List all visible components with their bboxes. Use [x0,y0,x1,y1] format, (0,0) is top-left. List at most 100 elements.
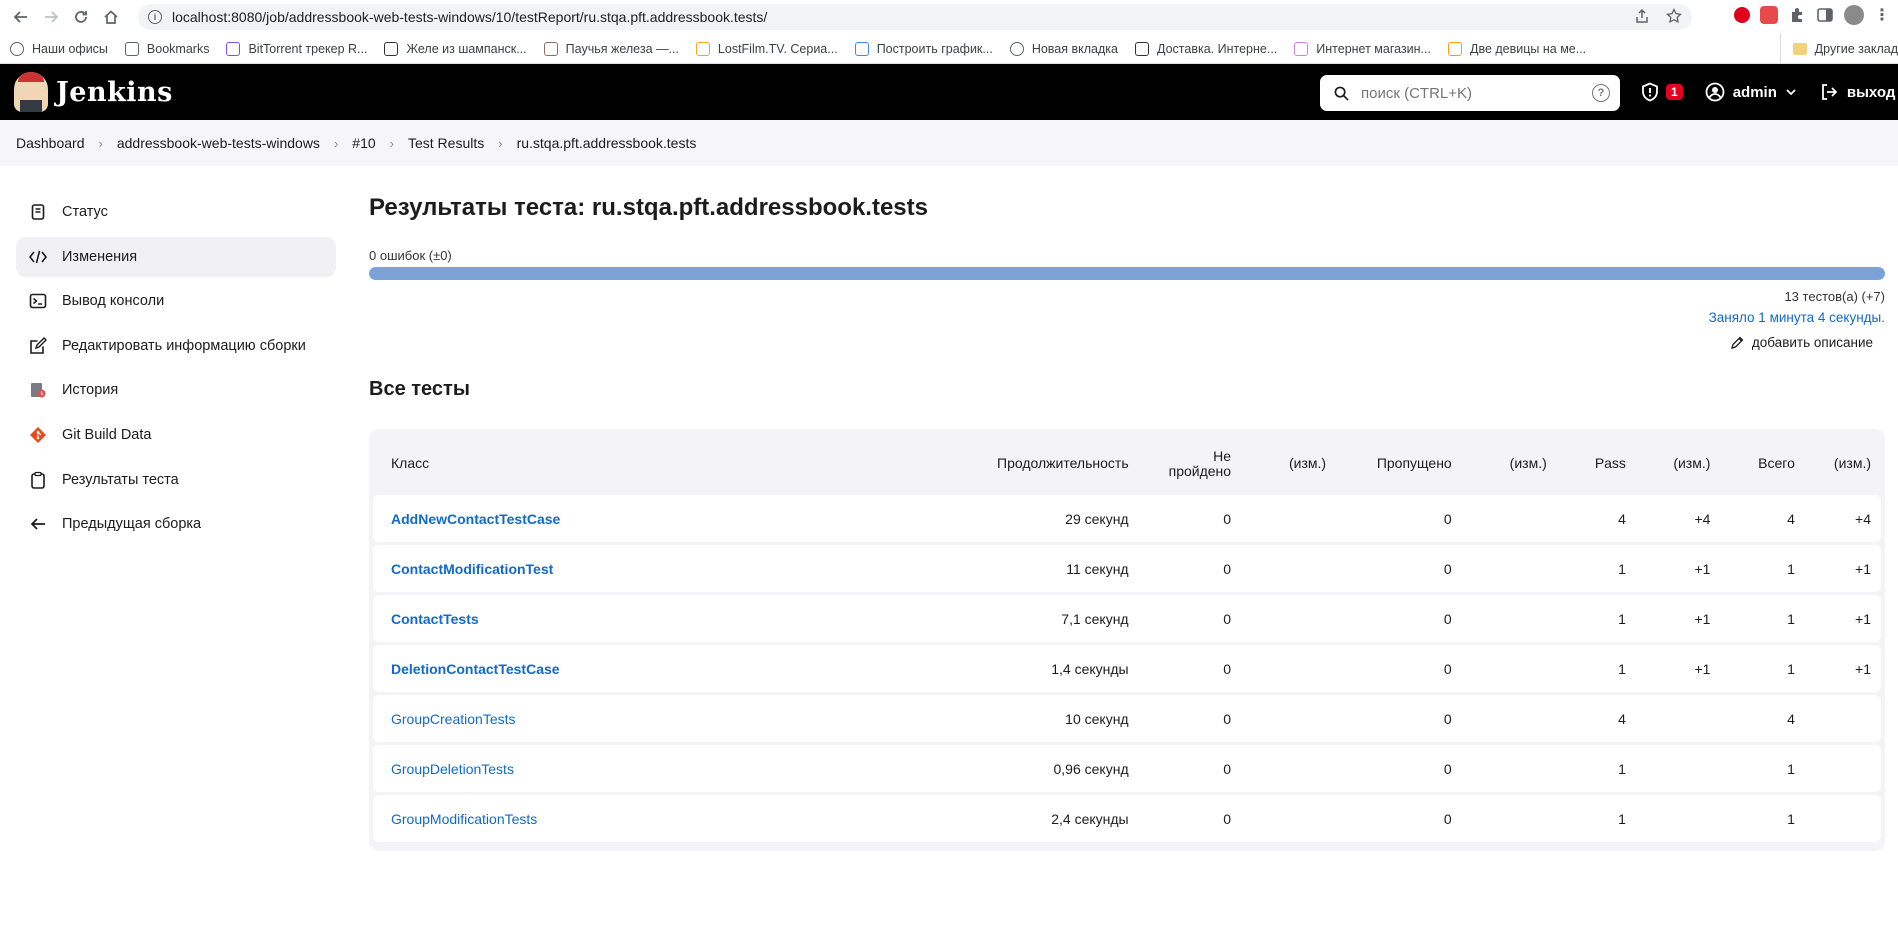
bookmark-label[interactable]: Две девицы на ме... [1470,42,1586,56]
other-bookmarks-label[interactable]: Другие заклад [1815,42,1898,56]
menu-kebab-icon[interactable]: ⋮ [1874,5,1890,25]
puzzle-icon[interactable] [1788,6,1806,24]
breadcrumb-item[interactable]: #10 [352,135,375,151]
bookmark-item[interactable]: Две девицы на ме... [1447,41,1586,56]
bookmark-item[interactable]: Bookmarks [124,41,210,56]
sidebar-item[interactable]: Статус [16,192,336,232]
sidebar-item[interactable]: Предыдущая сборка [16,504,336,544]
col-duration-header[interactable]: Продолжительность [922,436,1138,492]
breadcrumb-item[interactable]: ru.stqa.pft.addressbook.tests [517,135,697,151]
user-menu[interactable]: admin [1705,82,1797,102]
security-monitor-button[interactable]: 1 [1640,82,1683,102]
sidebar-item[interactable]: Редактировать информацию сборки [16,326,336,366]
total-diff-cell [1804,795,1881,842]
sidebar-item-label[interactable]: Git Build Data [62,427,151,443]
pass-diff-cell [1635,745,1721,792]
sidebar-item-label[interactable]: Предыдущая сборка [62,516,201,532]
sidebar-item-label[interactable]: Вывод консоли [62,293,164,309]
share-icon[interactable] [1634,8,1650,24]
bookmark-label[interactable]: Наши офисы [32,42,108,56]
extension-red-icon[interactable] [1760,6,1778,24]
col-failed-header[interactable]: Не пройдено [1139,436,1241,492]
logout-button[interactable]: выход [1819,82,1896,102]
logout-label[interactable]: выход [1847,84,1896,101]
chevron-down-icon [1786,89,1796,96]
sidebar-item[interactable]: История [16,370,336,410]
sidepanel-icon[interactable] [1816,6,1834,24]
col-pass-diff-header[interactable]: (изм.) [1636,436,1720,492]
back-button[interactable] [8,4,34,30]
bookmark-label[interactable]: Новая вкладка [1032,42,1118,56]
class-link[interactable]: ContactTests [391,611,479,627]
sidebar-item-label[interactable]: Редактировать информацию сборки [62,338,306,354]
skipped-cell: 0 [1336,495,1462,542]
reload-button[interactable] [68,4,94,30]
col-skipped-diff-header[interactable]: (изм.) [1462,436,1557,492]
bookmark-item[interactable]: Желе из шампанск... [384,41,527,56]
bookmark-item[interactable]: LostFilm.TV. Сериа... [695,41,838,56]
breadcrumb-item[interactable]: Test Results [408,135,484,151]
col-failed-diff-header[interactable]: (изм.) [1241,436,1336,492]
bookmark-item[interactable]: Интернет магазин... [1294,41,1431,56]
bookmark-label[interactable]: Желе из шампанск... [406,42,526,56]
home-button[interactable] [98,4,124,30]
sidebar-item[interactable]: Изменения [16,236,336,277]
bookmark-label[interactable]: Паучья железа —... [566,42,679,56]
class-link[interactable]: GroupDeletionTests [391,761,514,777]
info-icon[interactable]: i [148,10,162,24]
other-bookmarks[interactable]: Другие заклад [1779,34,1898,64]
help-icon[interactable]: ? [1592,84,1610,102]
bookmark-star-icon[interactable] [1666,8,1682,24]
bookmark-item[interactable]: BitTorrent трекер R... [226,41,367,56]
col-pass-header[interactable]: Pass [1557,436,1636,492]
add-description-button[interactable]: добавить описание [369,335,1885,350]
sidebar-item-label[interactable]: Изменения [62,249,137,265]
breadcrumb-item[interactable]: Dashboard [16,135,85,151]
profile-avatar-icon[interactable] [1844,5,1864,25]
edit-icon [28,336,48,356]
bookmark-item[interactable]: Наши офисы [10,41,108,56]
sidebar-item[interactable]: Git Build Data [16,415,336,455]
address-bar[interactable]: i localhost:8080/job/addressbook-web-tes… [138,4,1692,30]
image-icon [543,41,558,56]
search-box[interactable]: ? [1320,75,1620,111]
pass-cell: 1 [1556,745,1636,792]
forward-button[interactable] [38,4,64,30]
breadcrumb-item[interactable]: addressbook-web-tests-windows [117,135,320,151]
class-link[interactable]: GroupCreationTests [391,711,516,727]
failed-diff-cell [1241,495,1337,542]
bookmark-item[interactable]: Построить график... [854,41,993,56]
class-link[interactable]: DeletionContactTestCase [391,661,560,677]
bookmark-item[interactable]: Доставка. Интерне... [1135,41,1277,56]
bookmark-label[interactable]: Построить график... [877,42,993,56]
bookmark-label[interactable]: Bookmarks [147,42,210,56]
sidebar-item[interactable]: Вывод консоли [16,281,336,321]
url-text[interactable]: localhost:8080/job/addressbook-web-tests… [172,9,767,25]
bookmark-item[interactable]: Паучья железа —... [543,41,679,56]
bookmark-item[interactable]: Новая вкладка [1009,41,1118,56]
bookmark-label[interactable]: LostFilm.TV. Сериа... [718,42,838,56]
col-total-diff-header[interactable]: (изм.) [1805,436,1881,492]
bookmark-label[interactable]: BitTorrent трекер R... [248,42,367,56]
col-skipped-header[interactable]: Пропущено [1336,436,1462,492]
class-link[interactable]: AddNewContactTestCase [391,511,560,527]
class-link[interactable]: ContactModificationTest [391,561,553,577]
opera-icon[interactable] [1734,7,1750,23]
duration-link[interactable]: Заняло 1 минута 4 секунды. [369,310,1885,325]
search-input[interactable] [1361,84,1581,102]
col-total-header[interactable]: Всего [1720,436,1804,492]
sidebar-item-label[interactable]: История [62,382,118,398]
table-row: DeletionContactTestCase 1,4 секунды 0 0 1 +1 1… [373,645,1881,692]
add-description-label[interactable]: добавить описание [1752,335,1873,350]
user-name[interactable]: admin [1733,84,1777,101]
sidebar-item[interactable]: Результаты теста [16,460,336,500]
jenkins-home-link[interactable]: Jenkins [14,72,173,112]
class-link[interactable]: GroupModificationTests [391,811,537,827]
duration-cell: 7,1 секунд [922,595,1139,642]
sidebar-item-label[interactable]: Статус [62,204,108,220]
col-class-header[interactable]: Класс [373,436,922,492]
sidebar-item-label[interactable]: Результаты теста [62,472,179,488]
bookmark-label[interactable]: Доставка. Интерне... [1157,42,1277,56]
bookmark-label[interactable]: Интернет магазин... [1316,42,1431,56]
delivery-icon [1135,41,1149,56]
